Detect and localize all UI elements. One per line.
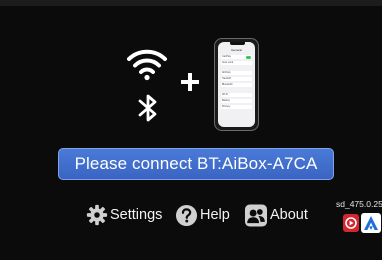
wifi-icon bbox=[127, 49, 167, 81]
phone-row: CarPlay bbox=[221, 55, 252, 59]
phone-row: AirDrop bbox=[221, 71, 252, 75]
phone-row: Auto Lock bbox=[221, 61, 252, 65]
help-label: Help bbox=[200, 207, 230, 223]
version-text: sd_475.0.25 bbox=[336, 199, 382, 209]
phone-illustration: General CarPlay Auto Lock AirDrop Handof… bbox=[214, 38, 259, 131]
phone-screen: General CarPlay Auto Lock AirDrop Handof… bbox=[218, 42, 255, 127]
phone-row: Wi-Fi bbox=[221, 93, 252, 97]
phone-screen-title: General bbox=[231, 48, 242, 52]
bluetooth-icon bbox=[138, 94, 157, 122]
top-frame-edge bbox=[0, 0, 382, 6]
arrow-app-icon[interactable] bbox=[361, 213, 381, 233]
help-button[interactable]: Help bbox=[175, 203, 230, 227]
settings-button[interactable]: Settings bbox=[86, 203, 162, 227]
phone-row: Bluetooth bbox=[221, 83, 252, 87]
video-app-icon[interactable] bbox=[343, 214, 359, 232]
settings-label: Settings bbox=[110, 207, 163, 223]
gear-icon bbox=[86, 204, 108, 226]
phone-row: Battery bbox=[221, 99, 252, 103]
connect-banner: Please connect BT:AiBox-A7CA bbox=[58, 148, 334, 180]
about-button[interactable]: About bbox=[244, 203, 308, 227]
phone-row: Handoff bbox=[221, 77, 252, 81]
people-icon bbox=[244, 203, 268, 227]
phone-notch bbox=[230, 42, 245, 45]
question-icon bbox=[175, 204, 198, 226]
about-label: About bbox=[270, 207, 308, 223]
phone-row: Privacy bbox=[221, 105, 252, 109]
plus-icon bbox=[181, 73, 199, 91]
